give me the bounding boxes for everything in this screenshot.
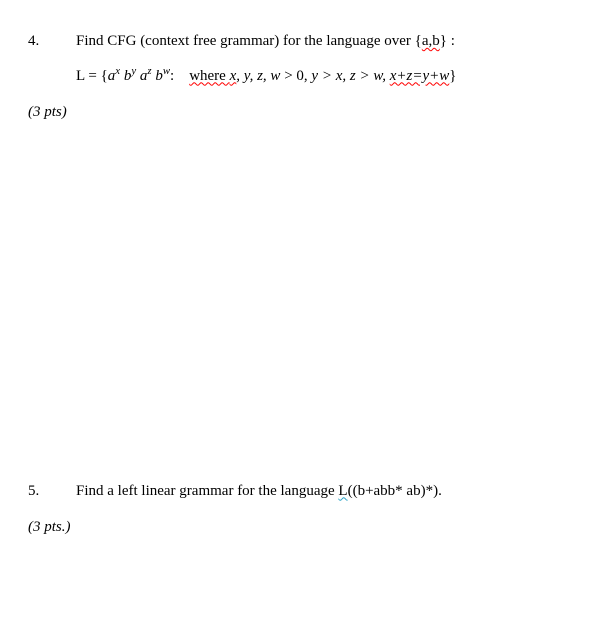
- q5-L: L: [338, 483, 347, 499]
- q4-formula: L = {ax by az bw: where x, y, z, w > 0, …: [76, 65, 574, 88]
- q4-yx: y > x, z > w,: [311, 68, 389, 84]
- q4-sup-y: y: [131, 65, 136, 77]
- q4-where: where: [189, 68, 229, 84]
- q4-sup-x: x: [115, 65, 120, 77]
- question-number: 4.: [28, 30, 76, 53]
- q4-prompt-a: Find CFG (context free grammar) for the …: [76, 33, 422, 49]
- q4-prompt-b: } :: [440, 33, 455, 49]
- q4-close: }: [449, 68, 456, 84]
- q5-prompt: Find a left linear grammar for the langu…: [76, 483, 338, 499]
- question-5: 5. Find a left linear grammar for the la…: [28, 480, 574, 503]
- q5-points: (3 pts.): [28, 516, 574, 539]
- q4-L: L = {: [76, 68, 108, 84]
- q4-cond-rest: , y, z, w: [236, 68, 280, 84]
- question-text: Find a left linear grammar for the langu…: [76, 480, 574, 503]
- q4-sup-z: z: [147, 65, 151, 77]
- q4-gt0: > 0,: [280, 68, 311, 84]
- q4-sup-w: w: [163, 65, 170, 77]
- q5-expr: ((b+abb* ab)*).: [348, 483, 442, 499]
- question-4: 4. Find CFG (context free grammar) for t…: [28, 30, 574, 53]
- question-text: Find CFG (context free grammar) for the …: [76, 30, 574, 53]
- question-number: 5.: [28, 480, 76, 503]
- q4-colon: :: [170, 68, 174, 84]
- q4-xtz: x+z=y+w: [390, 68, 450, 84]
- q4-alphabet: a,b: [422, 33, 440, 49]
- spacer: [28, 124, 574, 480]
- q4-b2: b: [155, 68, 163, 84]
- q4-points: (3 pts): [28, 101, 574, 124]
